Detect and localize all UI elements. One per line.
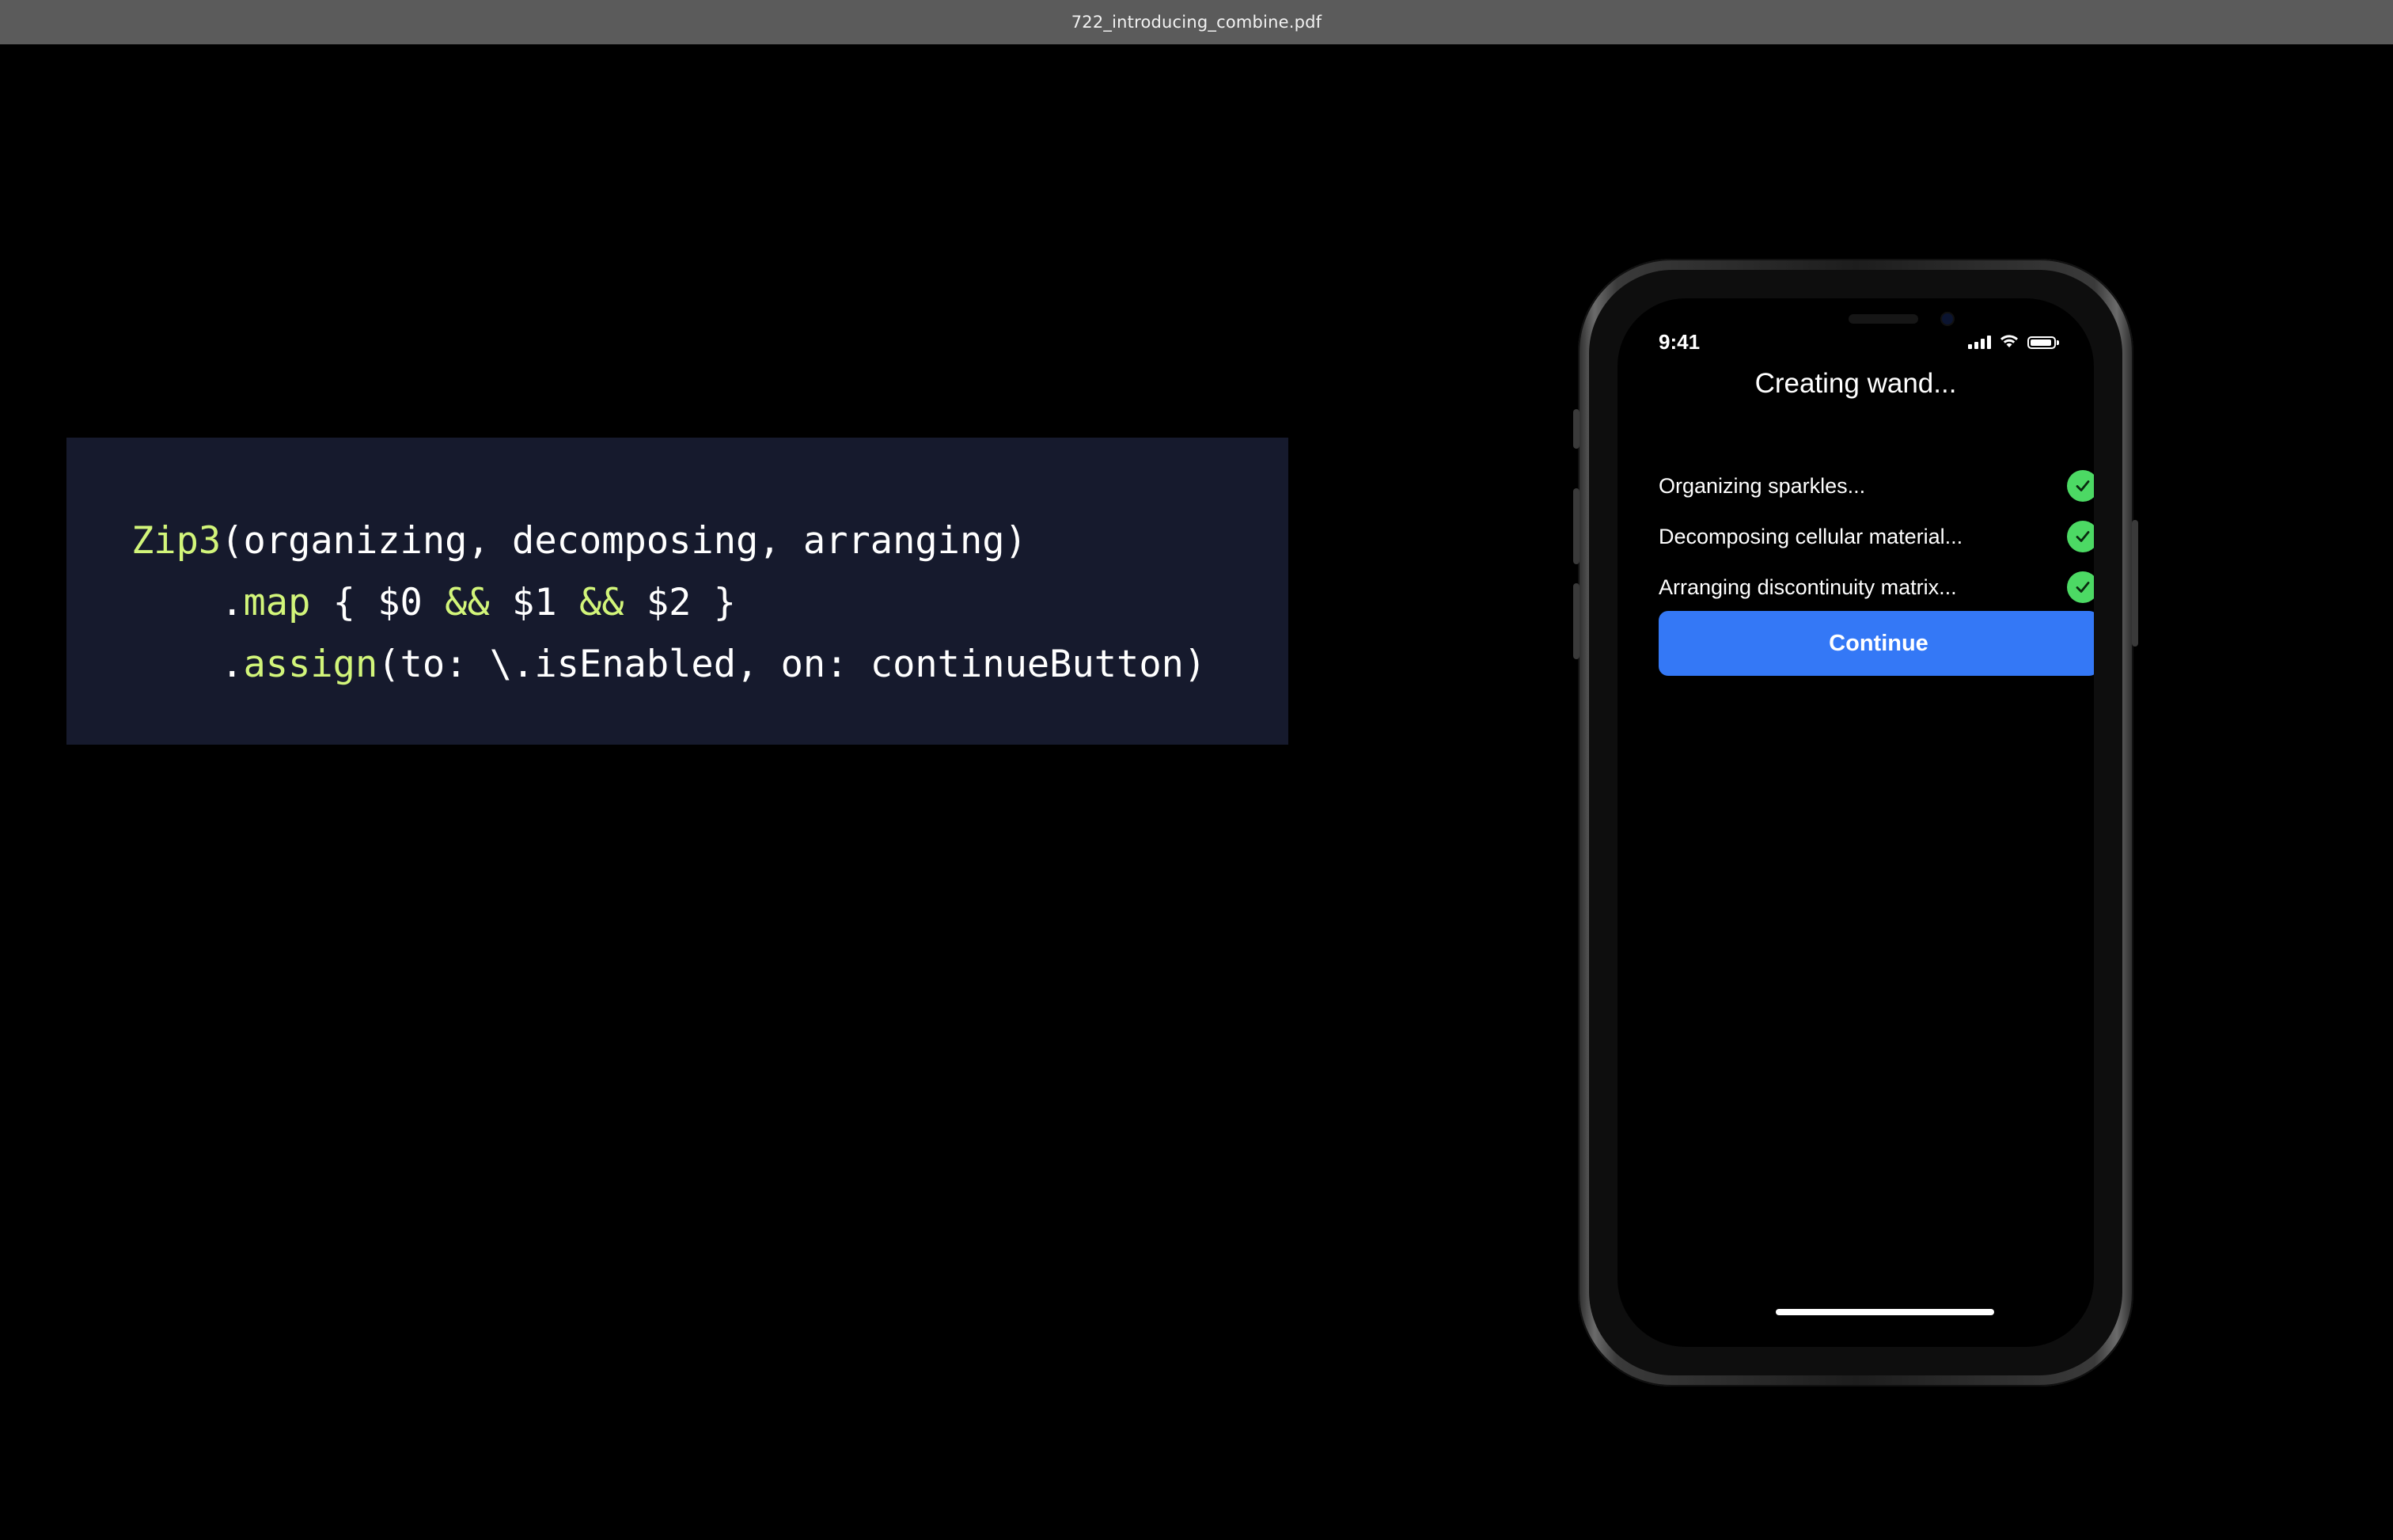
phone-bezel: 9:41 Creating wand... Organizing sparkle… xyxy=(1589,270,2122,1375)
list-item: Arranging discontinuity matrix... xyxy=(1659,562,2094,613)
code-panel: Zip3(organizing, decomposing, arranging)… xyxy=(66,438,1288,745)
wifi-icon xyxy=(2000,335,2018,347)
task-label: Organizing sparkles... xyxy=(1659,473,1866,498)
code-text: (to: \.isEnabled, on: continueButton) xyxy=(377,643,1207,686)
window-titlebar: 722_introducing_combine.pdf xyxy=(0,0,2393,44)
task-label: Arranging discontinuity matrix... xyxy=(1659,575,1957,599)
status-time: 9:41 xyxy=(1659,330,1701,354)
task-list: Organizing sparkles... Decomposing cellu… xyxy=(1659,461,2094,613)
list-item: Decomposing cellular material... xyxy=(1659,511,2094,562)
checkmark-icon xyxy=(2067,521,2094,552)
code-block: Zip3(organizing, decomposing, arranging)… xyxy=(131,510,1206,696)
code-text: (organizing, decomposing, arranging) xyxy=(221,519,1027,563)
front-camera xyxy=(1942,313,1953,324)
screen-title: Creating wand... xyxy=(1754,368,1957,399)
window-title: 722_introducing_combine.pdf xyxy=(1071,13,1322,32)
silent-switch xyxy=(1573,409,1580,449)
battery-icon xyxy=(2027,336,2059,349)
code-text: { $0 xyxy=(310,581,446,624)
code-line-1: Zip3(organizing, decomposing, arranging) xyxy=(131,519,1027,563)
code-operator: && xyxy=(578,581,624,624)
code-text: $2 } xyxy=(624,581,737,624)
checkmark-icon xyxy=(2067,571,2094,603)
cellular-signal-icon xyxy=(1968,335,1991,349)
code-line-2: .map { $0 && $1 && $2 } xyxy=(131,581,736,624)
volume-down-button xyxy=(1573,583,1580,659)
code-line-3: .assign(to: \.isEnabled, on: continueBut… xyxy=(131,643,1206,686)
code-operator: && xyxy=(445,581,490,624)
speaker-grille xyxy=(1849,314,1918,324)
code-text: . xyxy=(131,643,244,686)
checkmark-icon xyxy=(2067,470,2094,502)
phone-screen: 9:41 Creating wand... Organizing sparkle… xyxy=(1617,298,2094,1347)
power-button xyxy=(2132,520,2138,647)
code-function: map xyxy=(243,581,311,624)
home-indicator[interactable] xyxy=(1776,1309,1994,1315)
volume-up-button xyxy=(1573,488,1580,564)
continue-button[interactable]: Continue xyxy=(1659,611,2094,676)
task-label: Decomposing cellular material... xyxy=(1659,524,1963,548)
code-function: Zip3 xyxy=(131,519,222,563)
code-function: assign xyxy=(243,643,378,686)
status-icons xyxy=(1968,333,2059,349)
list-item: Organizing sparkles... xyxy=(1659,461,2094,511)
code-text: . xyxy=(131,581,244,624)
phone-frame: 9:41 Creating wand... Organizing sparkle… xyxy=(1573,259,2138,1386)
slide: Zip3(organizing, decomposing, arranging)… xyxy=(0,44,2393,1540)
code-text: $1 xyxy=(489,581,579,624)
